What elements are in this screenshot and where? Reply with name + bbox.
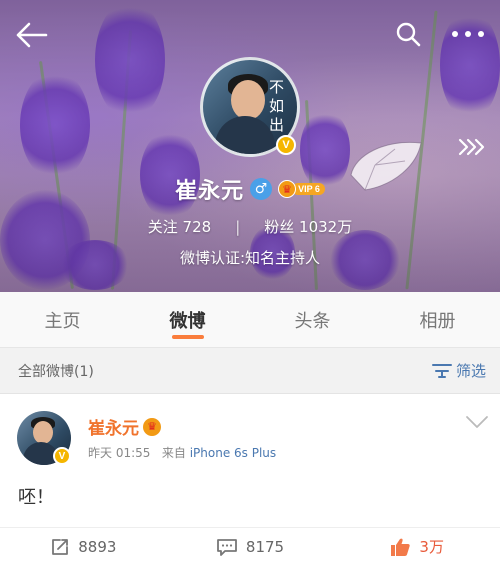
verified-badge-icon: V <box>53 447 71 465</box>
like-count: 3万 <box>419 538 444 556</box>
arrow-left-icon <box>16 22 48 48</box>
profile-name: 崔永元 <box>175 179 245 204</box>
post-source[interactable]: iPhone 6s Plus <box>190 446 276 460</box>
back-button[interactable] <box>14 20 50 50</box>
vip-level-label: VIP 6 <box>292 183 325 195</box>
profile-name-row: 崔永元 ♂ ♛ VIP 6 <box>0 173 500 205</box>
comment-button[interactable]: 8175 <box>167 528 334 565</box>
post-text: 呸！ <box>18 487 54 508</box>
avatar-calligraphy: 不如出 <box>269 78 285 134</box>
profile-tabs: 主页 微博 头条 相册 <box>0 292 500 348</box>
male-icon: ♂ <box>250 178 273 200</box>
post-card[interactable]: V 崔永元 ♛ 昨天 01:55 来自 iPhone 6s Plus 呸！ 88… <box>0 394 500 565</box>
vip-badge[interactable]: ♛ VIP 6 <box>278 180 325 198</box>
expand-cover-button[interactable] <box>455 135 489 159</box>
stats-divider: | <box>235 217 241 236</box>
post-time: 昨天 01:55 <box>88 446 151 460</box>
repost-icon <box>52 538 69 555</box>
comment-icon <box>217 538 237 556</box>
profile-avatar[interactable]: 不如出 V <box>200 57 300 157</box>
thumbs-up-icon <box>391 538 411 556</box>
verified-badge-icon: V <box>276 135 296 155</box>
triple-chevron-right-icon <box>458 138 485 156</box>
profile-stats: 关注 728 | 粉丝 1032万 <box>0 216 500 237</box>
comment-count: 8175 <box>245 537 285 556</box>
search-icon <box>396 22 421 47</box>
search-button[interactable] <box>392 18 424 50</box>
tab-home[interactable]: 主页 <box>0 292 125 347</box>
post-menu-button[interactable] <box>465 414 489 430</box>
post-author-name[interactable]: 崔永元 <box>88 414 139 439</box>
verification-text: 微博认证:知名主持人 <box>179 249 321 267</box>
all-posts-count: 全部微博(1) <box>18 363 94 380</box>
filter-icon <box>431 363 452 378</box>
post-source-prefix: 来自 <box>161 446 186 460</box>
post-avatar[interactable]: V <box>17 411 71 465</box>
tab-weibo[interactable]: 微博 <box>125 292 250 347</box>
filter-button[interactable]: 筛选 <box>431 360 486 381</box>
followers-stat[interactable]: 粉丝 1032万 <box>264 216 352 237</box>
post-meta: 昨天 01:55 来自 iPhone 6s Plus <box>88 444 276 461</box>
vip-crown-icon: ♛ <box>278 180 297 198</box>
profile-header: 不如出 V 崔永元 ♂ ♛ VIP 6 关注 728 | 粉丝 1032万 微博… <box>0 0 500 292</box>
filter-bar: 全部微博(1) 筛选 <box>0 348 500 394</box>
post-author-row: 崔永元 ♛ <box>88 414 161 439</box>
more-button[interactable] <box>448 20 488 48</box>
tab-album[interactable]: 相册 <box>375 292 500 347</box>
vip-crown-icon: ♛ <box>143 417 161 436</box>
chevron-down-icon <box>466 416 488 428</box>
repost-button[interactable]: 8893 <box>0 528 167 565</box>
like-button[interactable]: 3万 <box>333 528 500 565</box>
tab-headlines[interactable]: 头条 <box>250 292 375 347</box>
more-dots-icon <box>452 31 484 37</box>
repost-count: 8893 <box>78 537 117 556</box>
post-actions: 8893 8175 3万 <box>0 527 500 565</box>
following-stat[interactable]: 关注 728 <box>148 216 211 237</box>
